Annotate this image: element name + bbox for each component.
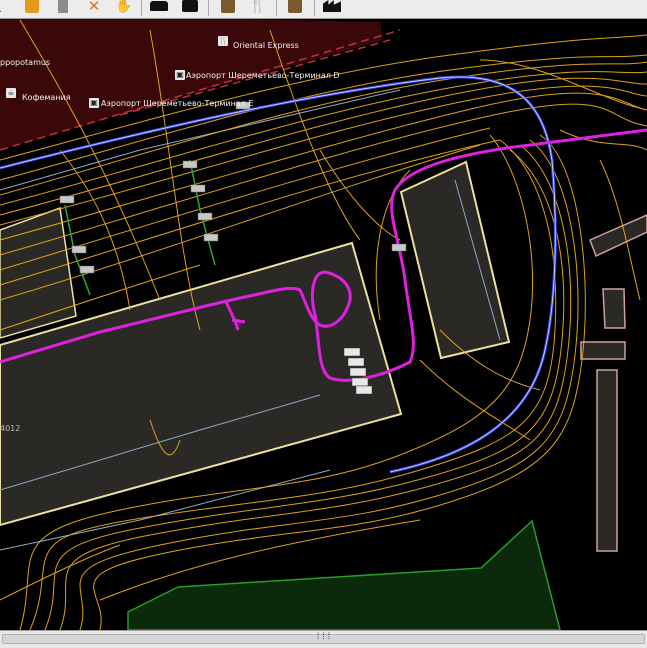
phone-icon[interactable] bbox=[51, 0, 75, 16]
small-building bbox=[596, 369, 618, 552]
toolbar-separator bbox=[276, 0, 277, 16]
poi-label-hippopotamus: ppopotamus bbox=[0, 58, 51, 67]
toolbar-separator bbox=[141, 0, 142, 16]
small-building bbox=[602, 288, 626, 329]
bus-stop-icon[interactable]: ▣ bbox=[89, 98, 99, 108]
hand-icon[interactable]: ✋ bbox=[112, 0, 136, 16]
bus-stop-icon[interactable]: ▣ bbox=[175, 70, 185, 80]
museum-icon[interactable] bbox=[283, 0, 307, 16]
restaurant-icon[interactable]: 🍴 bbox=[218, 36, 228, 46]
map-canvas[interactable] bbox=[0, 19, 647, 630]
hiking-icon[interactable]: 🚶 bbox=[0, 0, 10, 16]
scrollbar-grip-icon: ⁞⁞⁞ bbox=[315, 632, 332, 642]
toolbar-separator bbox=[314, 0, 315, 16]
poi-label-coffee: Кофемания bbox=[22, 93, 71, 102]
info-icon[interactable] bbox=[216, 0, 240, 16]
map-toolbar: 🚶 ✕ ✋ 🍴 bbox=[0, 0, 647, 19]
car-icon[interactable] bbox=[147, 0, 171, 16]
factory-icon[interactable] bbox=[320, 0, 344, 16]
poi-label-terminal-d: Аэропорт Шереметьево-Терминал D bbox=[186, 71, 340, 80]
poi-label-terminal-e: Аэропорт Шереметьево-Терминал E bbox=[101, 99, 254, 108]
small-building bbox=[580, 341, 626, 360]
bus-icon[interactable] bbox=[178, 0, 202, 16]
map-number-label: 4012 bbox=[0, 424, 21, 433]
horizontal-scrollbar[interactable]: ⁞⁞⁞ bbox=[0, 630, 647, 648]
restaurant-icon[interactable]: 🍴 bbox=[246, 0, 270, 16]
scrollbar-thumb[interactable]: ⁞⁞⁞ bbox=[2, 632, 645, 644]
poi-label-oriental-express: Oriental Express bbox=[233, 41, 299, 50]
coffee-icon[interactable]: ☕ bbox=[6, 88, 16, 98]
fuel-icon[interactable] bbox=[20, 0, 44, 16]
tools-icon[interactable]: ✕ bbox=[82, 0, 106, 16]
toolbar-separator bbox=[208, 0, 209, 16]
